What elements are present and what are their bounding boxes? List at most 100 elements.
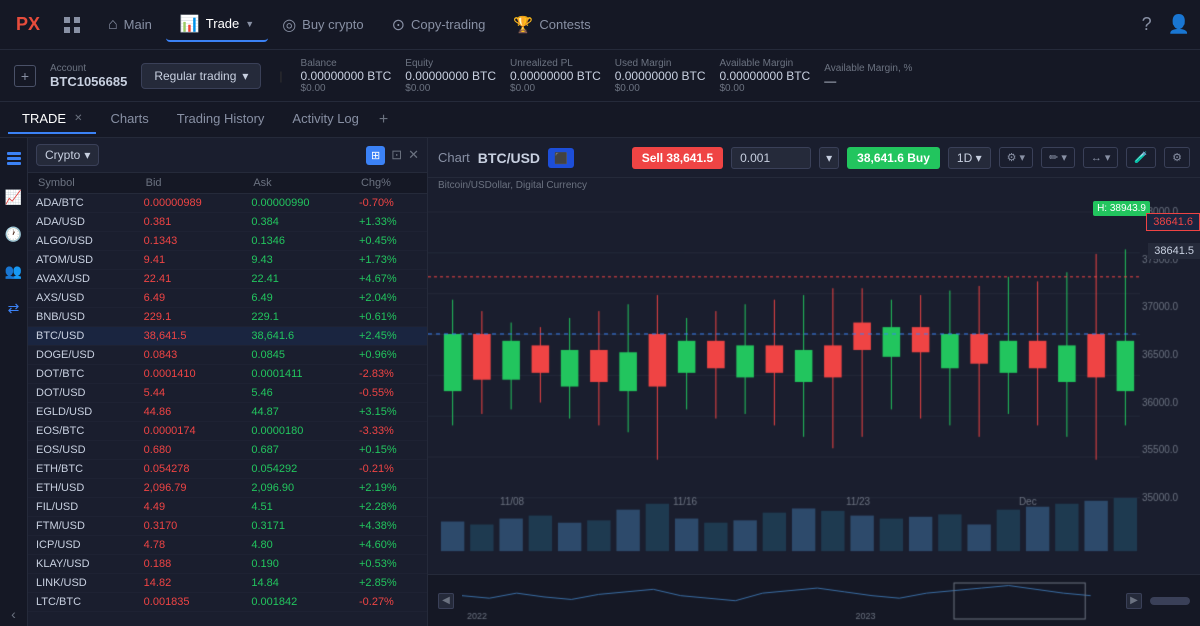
amount-input[interactable] bbox=[731, 147, 811, 169]
price-tag-1: 38641.6 bbox=[1146, 213, 1200, 231]
used-margin-usd: $0.00 bbox=[615, 83, 706, 94]
sidebar-icons: 📈 🕐 👥 ⇄ ‹ bbox=[0, 138, 28, 626]
unrealized-pl-label: Unrealized PL bbox=[510, 58, 601, 69]
chart-canvas-wrap: H: 38943.9 38641.6 38641.5 bbox=[428, 193, 1200, 574]
unrealized-pl-metric: Unrealized PL 0.00000000 BTC $0.00 bbox=[510, 58, 601, 94]
indicators-button[interactable]: ⚙ ▾ bbox=[999, 147, 1033, 168]
help-icon[interactable]: ? bbox=[1142, 14, 1152, 35]
main-layout: 📈 🕐 👥 ⇄ ‹ Crypto ▾ ⊞ ⊡ ✕ Symbol Bid Ask … bbox=[0, 138, 1200, 626]
available-margin-pct-label: Available Margin, % bbox=[824, 63, 912, 74]
tab-close-icon[interactable]: ✕ bbox=[74, 113, 82, 124]
trading-type-button[interactable]: Regular trading ▾ bbox=[141, 63, 261, 89]
table-row[interactable]: ETH/USD 2,096.79 2,096.90 +2.19% bbox=[28, 479, 427, 498]
dropdown-arrow-icon: ▾ bbox=[84, 148, 90, 162]
nav-grid-icon[interactable] bbox=[56, 9, 88, 41]
available-margin-usd: $0.00 bbox=[719, 83, 810, 94]
add-account-button[interactable]: + bbox=[14, 65, 36, 87]
lab-button[interactable]: 🧪 bbox=[1126, 147, 1156, 168]
sidebar-icon-people[interactable]: 👥 bbox=[1, 259, 26, 284]
table-row[interactable]: EGLD/USD 44.86 44.87 +3.15% bbox=[28, 403, 427, 422]
balance-metric: Balance 0.00000000 BTC $0.00 bbox=[301, 58, 392, 94]
table-row[interactable]: ICP/USD 4.78 4.80 +4.60% bbox=[28, 536, 427, 555]
unrealized-pl-usd: $0.00 bbox=[510, 83, 601, 94]
logo: PX bbox=[10, 7, 46, 43]
buy-button[interactable]: 38,641.6 Buy bbox=[847, 147, 940, 169]
nav-right-button[interactable]: ▶ bbox=[1126, 593, 1142, 609]
used-margin-value: 0.00000000 BTC bbox=[615, 69, 706, 83]
sidebar-icon-clock[interactable]: 🕐 bbox=[1, 222, 26, 247]
nav-item-main[interactable]: ⌂ Main bbox=[94, 10, 166, 40]
sell-button[interactable]: Sell 38,641.5 bbox=[632, 147, 723, 169]
price-tag-2: 38641.5 bbox=[1148, 243, 1200, 259]
crypto-dropdown[interactable]: Crypto ▾ bbox=[36, 144, 99, 166]
table-row[interactable]: ADA/BTC 0.00000989 0.00000990 -0.70% bbox=[28, 194, 427, 213]
table-header: Symbol Bid Ask Chg% bbox=[28, 173, 427, 194]
table-row[interactable]: KLAY/USD 0.188 0.190 +0.53% bbox=[28, 555, 427, 574]
table-row[interactable]: DOT/USD 5.44 5.46 -0.55% bbox=[28, 384, 427, 403]
mini-scroll-thumb[interactable] bbox=[1150, 597, 1190, 605]
account-info: Account BTC1056685 bbox=[50, 63, 127, 89]
tab-add-button[interactable]: + bbox=[373, 111, 394, 129]
table-row[interactable]: DOT/BTC 0.0001410 0.0001411 -2.83% bbox=[28, 365, 427, 384]
sidebar-icon-layers[interactable] bbox=[2, 146, 26, 173]
nav-left-button[interactable]: ◀ bbox=[438, 593, 454, 609]
symbol-panel: Crypto ▾ ⊞ ⊡ ✕ Symbol Bid Ask Chg% ADA/B… bbox=[28, 138, 428, 626]
table-row[interactable]: BNB/USD 229.1 229.1 +0.61% bbox=[28, 308, 427, 327]
account-label: Account bbox=[50, 63, 127, 74]
table-row[interactable]: ETH/BTC 0.054278 0.054292 -0.21% bbox=[28, 460, 427, 479]
panel-expand-icon[interactable]: ⊡ bbox=[391, 147, 402, 163]
table-row[interactable]: AXS/USD 6.49 6.49 +2.04% bbox=[28, 289, 427, 308]
chart-header: Chart BTC/USD ⬛ Sell 38,641.5 ▾ 38,641.6… bbox=[428, 138, 1200, 178]
sidebar-icon-swap[interactable]: ⇄ bbox=[4, 296, 24, 321]
table-row[interactable]: ALGO/USD 0.1343 0.1346 +0.45% bbox=[28, 232, 427, 251]
chart-symbol-label: BTC/USD bbox=[478, 150, 540, 166]
top-nav: PX ⌂ Main 📊 Trade ▼ ◎ Buy crypto ⊙ Copy-… bbox=[0, 0, 1200, 50]
table-row[interactable]: BTC/USD 38,641.5 38,641.6 +2.45% bbox=[28, 327, 427, 346]
sidebar-icon-chart[interactable]: 📈 bbox=[1, 185, 26, 210]
timeframe-button[interactable]: 1D ▾ bbox=[948, 147, 991, 169]
table-row[interactable]: ADA/USD 0.381 0.384 +1.33% bbox=[28, 213, 427, 232]
table-row[interactable]: DOGE/USD 0.0843 0.0845 +0.96% bbox=[28, 346, 427, 365]
chart-blue-icon[interactable]: ⬛ bbox=[548, 148, 574, 168]
table-row[interactable]: FTM/USD 0.3170 0.3171 +4.38% bbox=[28, 517, 427, 536]
table-row[interactable]: FIL/USD 4.49 4.51 +2.28% bbox=[28, 498, 427, 517]
mini-chart-bar: ◀ ▶ bbox=[428, 574, 1200, 626]
draw-tool-button[interactable]: ✏ ▾ bbox=[1041, 147, 1075, 168]
used-margin-label: Used Margin bbox=[615, 58, 706, 69]
table-row[interactable]: LINK/USD 14.82 14.84 +2.85% bbox=[28, 574, 427, 593]
nav-item-copy-trading[interactable]: ⊙ Copy-trading bbox=[378, 9, 500, 41]
tab-charts[interactable]: Charts bbox=[96, 105, 162, 134]
nav-item-contests[interactable]: 🏆 Contests bbox=[499, 9, 604, 41]
sidebar-collapse-icon[interactable]: ‹ bbox=[7, 602, 20, 626]
available-margin-pct-value: — bbox=[824, 74, 912, 88]
equity-label: Equity bbox=[405, 58, 496, 69]
account-bar: + Account BTC1056685 Regular trading ▾ |… bbox=[0, 50, 1200, 102]
available-margin-pct-metric: Available Margin, % — bbox=[824, 63, 912, 88]
symbol-panel-header: Crypto ▾ ⊞ ⊡ ✕ bbox=[28, 138, 427, 173]
table-row[interactable]: LTC/BTC 0.001835 0.001842 -0.27% bbox=[28, 593, 427, 612]
table-row[interactable]: EOS/BTC 0.0000174 0.0000180 -3.33% bbox=[28, 422, 427, 441]
unrealized-pl-value: 0.00000000 BTC bbox=[510, 69, 601, 83]
nav-item-buy-crypto[interactable]: ◎ Buy crypto bbox=[268, 9, 377, 41]
user-icon[interactable]: 👤 bbox=[1168, 14, 1190, 35]
chart-area: Chart BTC/USD ⬛ Sell 38,641.5 ▾ 38,641.6… bbox=[428, 138, 1200, 626]
available-margin-value: 0.00000000 BTC bbox=[719, 69, 810, 83]
tab-activity-log[interactable]: Activity Log bbox=[278, 105, 372, 134]
settings-button[interactable]: ⚙ bbox=[1164, 147, 1190, 168]
table-row[interactable]: ATOM/USD 9.41 9.43 +1.73% bbox=[28, 251, 427, 270]
tab-trading-history[interactable]: Trading History bbox=[163, 105, 279, 134]
chart-title-label: Chart bbox=[438, 150, 470, 165]
table-row[interactable]: AVAX/USD 22.41 22.41 +4.67% bbox=[28, 270, 427, 289]
mode-button[interactable]: ↔ ▾ bbox=[1083, 147, 1119, 168]
account-id: BTC1056685 bbox=[50, 74, 127, 89]
panel-close-icon[interactable]: ✕ bbox=[408, 147, 419, 163]
tab-trade[interactable]: TRADE ✕ bbox=[8, 105, 96, 134]
table-row[interactable]: EOS/USD 0.680 0.687 +0.15% bbox=[28, 441, 427, 460]
tabs-row: TRADE ✕ Charts Trading History Activity … bbox=[0, 102, 1200, 138]
panel-search-icon[interactable]: ⊞ bbox=[366, 146, 385, 165]
balance-usd: $0.00 bbox=[301, 83, 392, 94]
equity-usd: $0.00 bbox=[405, 83, 496, 94]
balance-value: 0.00000000 BTC bbox=[301, 69, 392, 83]
nav-item-trade[interactable]: 📊 Trade ▼ bbox=[166, 8, 268, 42]
amount-dropdown[interactable]: ▾ bbox=[819, 147, 839, 169]
